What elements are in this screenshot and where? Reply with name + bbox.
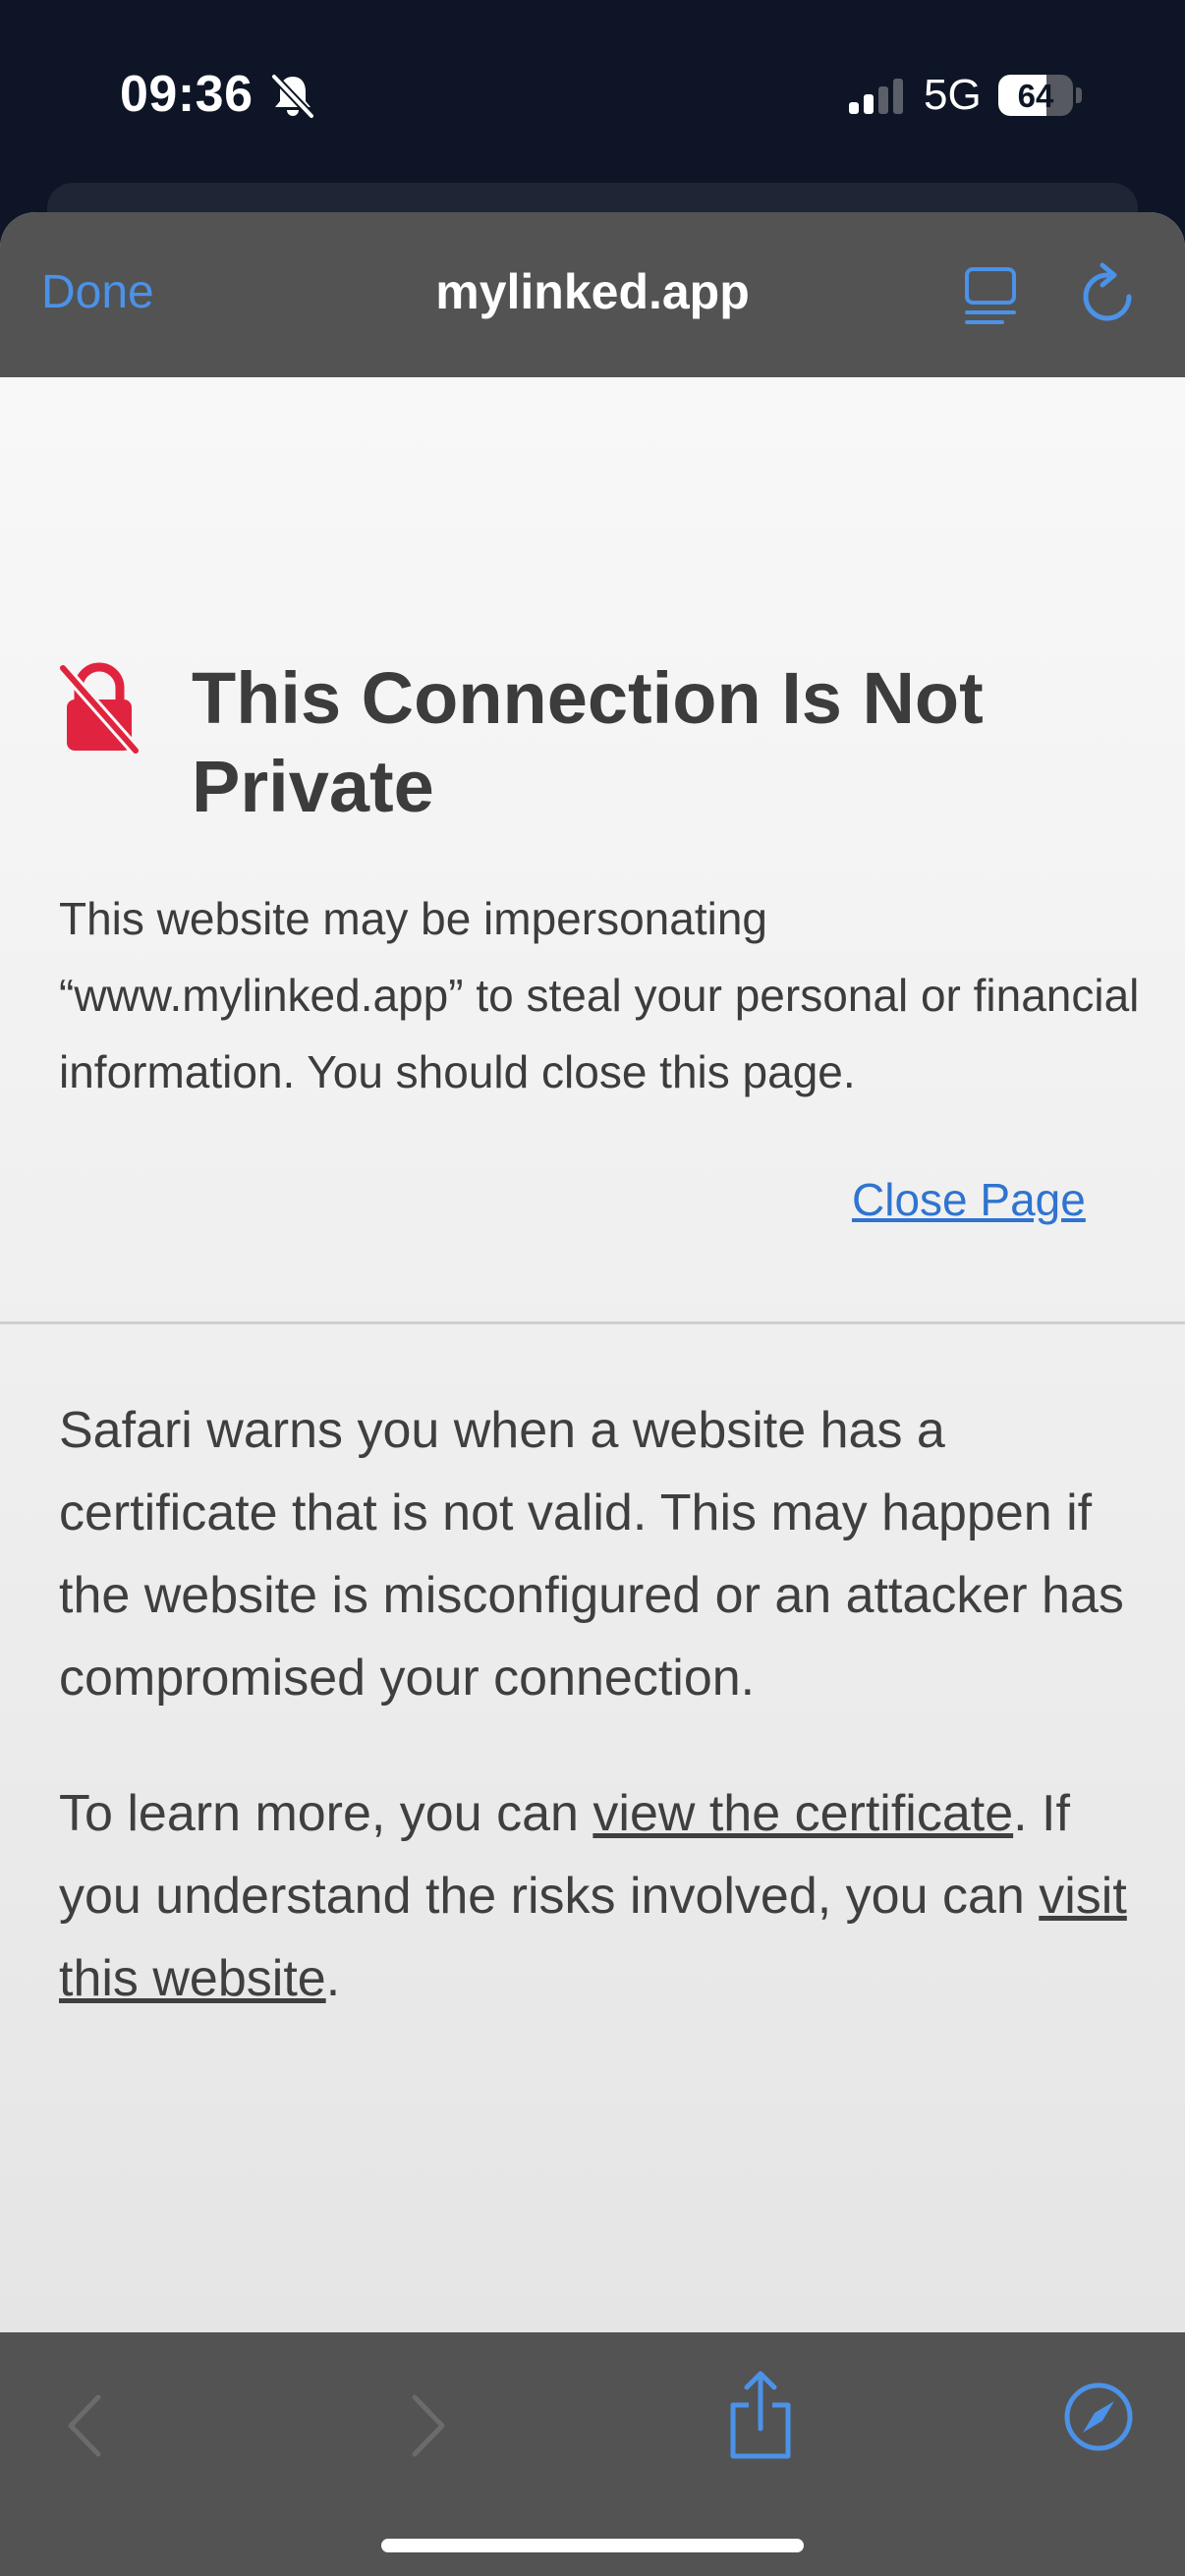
close-page-link[interactable]: Close Page	[852, 1173, 1086, 1226]
share-icon[interactable]	[725, 2370, 796, 2462]
back-icon[interactable]	[61, 2391, 108, 2460]
status-time: 09:36	[120, 66, 254, 123]
learn-more-suffix: .	[325, 1950, 341, 2007]
learn-more-text: To learn more, you can view the certific…	[59, 1772, 1150, 2020]
lock-slash-icon	[58, 662, 141, 755]
divider	[0, 1321, 1185, 1324]
signal-icon	[849, 79, 903, 114]
done-button[interactable]: Done	[41, 265, 154, 319]
warning-description: This website may be impersonating “www.m…	[59, 893, 1140, 1097]
reader-icon[interactable]	[963, 263, 1018, 326]
battery-icon: 64	[998, 75, 1082, 116]
battery-percent: 64	[1017, 78, 1054, 114]
bell-off-icon	[271, 74, 314, 119]
learn-more-prefix: To learn more, you can	[59, 1785, 593, 1842]
nav-bar: Done mylinked.app	[0, 212, 1185, 377]
network-type: 5G	[924, 71, 982, 119]
home-indicator[interactable]	[381, 2539, 804, 2552]
status-bar: 09:36 5G 64	[0, 0, 1185, 187]
view-certificate-link[interactable]: view the certificate	[592, 1785, 1013, 1842]
forward-icon[interactable]	[405, 2391, 452, 2460]
safari-view-sheet: Done mylinked.app This Connection Is Not…	[0, 212, 1185, 2576]
compass-icon[interactable]	[1063, 2381, 1134, 2452]
warning-title: This Connection Is Not Private	[192, 657, 984, 827]
warning-page: This Connection Is Not Private This webs…	[0, 377, 1185, 2332]
reload-icon[interactable]	[1077, 261, 1138, 328]
certificate-explanation: Safari warns you when a website has a ce…	[59, 1402, 1124, 1707]
